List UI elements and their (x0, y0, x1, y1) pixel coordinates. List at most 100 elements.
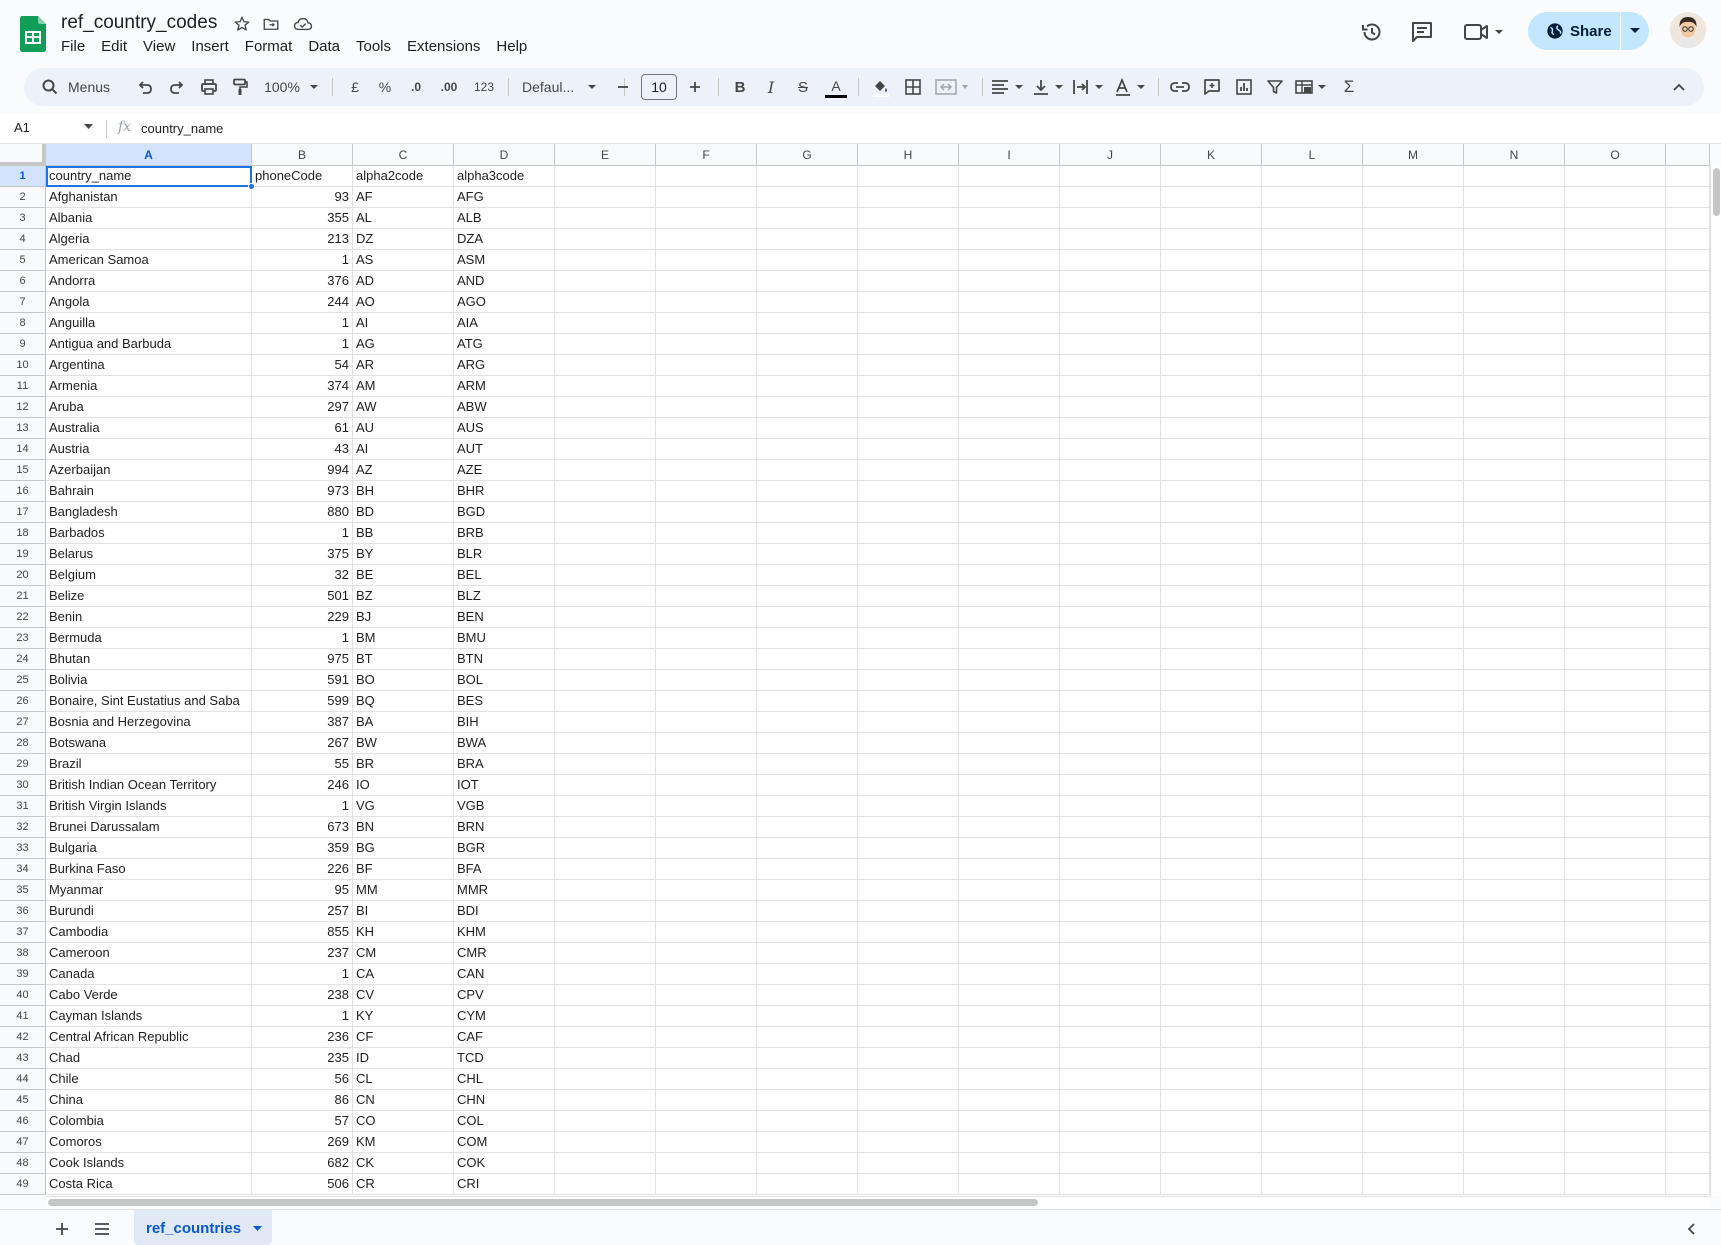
cell-i38[interactable] (959, 943, 1060, 964)
row-header[interactable]: 49 (0, 1174, 46, 1195)
cell-o13[interactable] (1565, 418, 1666, 439)
row-header[interactable]: 25 (0, 670, 46, 691)
cell-o18[interactable] (1565, 523, 1666, 544)
cell-b36[interactable]: 257 (252, 901, 353, 922)
cell-m47[interactable] (1363, 1132, 1464, 1153)
cell-k23[interactable] (1161, 628, 1262, 649)
chevron-down-icon[interactable] (253, 1225, 263, 1231)
cell-a30[interactable]: British Indian Ocean Territory (46, 775, 252, 796)
cell-m45[interactable] (1363, 1090, 1464, 1111)
column-header-f[interactable]: F (656, 144, 757, 166)
cell-m6[interactable] (1363, 271, 1464, 292)
cell-d7[interactable]: AGO (454, 292, 555, 313)
cell-b37[interactable]: 855 (252, 922, 353, 943)
cell-c1[interactable]: alpha2code (353, 166, 454, 187)
cell-o47[interactable] (1565, 1132, 1666, 1153)
cell-g36[interactable] (757, 901, 858, 922)
strikethrough-button[interactable]: S (789, 68, 817, 106)
cell-filler[interactable] (1666, 1111, 1710, 1132)
cell-f36[interactable] (656, 901, 757, 922)
cell-i11[interactable] (959, 376, 1060, 397)
cell-k9[interactable] (1161, 334, 1262, 355)
cell-a5[interactable]: American Samoa (46, 250, 252, 271)
row-header[interactable]: 38 (0, 943, 46, 964)
cell-e46[interactable] (555, 1111, 656, 1132)
cell-b35[interactable]: 95 (252, 880, 353, 901)
cell-c38[interactable]: CM (353, 943, 454, 964)
cell-l29[interactable] (1262, 754, 1363, 775)
cell-l42[interactable] (1262, 1027, 1363, 1048)
cell-l28[interactable] (1262, 733, 1363, 754)
cell-m20[interactable] (1363, 565, 1464, 586)
cell-m30[interactable] (1363, 775, 1464, 796)
cell-filler[interactable] (1666, 271, 1710, 292)
column-header-g[interactable]: G (757, 144, 858, 166)
cell-filler[interactable] (1666, 418, 1710, 439)
cell-f9[interactable] (656, 334, 757, 355)
cell-j32[interactable] (1060, 817, 1161, 838)
share-dropdown-icon[interactable] (1621, 28, 1649, 34)
cell-a21[interactable]: Belize (46, 586, 252, 607)
cell-h17[interactable] (858, 502, 959, 523)
cell-b15[interactable]: 994 (252, 460, 353, 481)
cell-filler[interactable] (1666, 1006, 1710, 1027)
cell-i15[interactable] (959, 460, 1060, 481)
cell-g33[interactable] (757, 838, 858, 859)
cell-j3[interactable] (1060, 208, 1161, 229)
cell-j7[interactable] (1060, 292, 1161, 313)
cell-i40[interactable] (959, 985, 1060, 1006)
cell-filler[interactable] (1666, 607, 1710, 628)
menu-insert[interactable]: Insert (183, 38, 237, 56)
row-header[interactable]: 39 (0, 964, 46, 985)
cell-f12[interactable] (656, 397, 757, 418)
cell-h6[interactable] (858, 271, 959, 292)
cell-n31[interactable] (1464, 796, 1565, 817)
cell-h41[interactable] (858, 1006, 959, 1027)
cell-k16[interactable] (1161, 481, 1262, 502)
sheets-logo-icon[interactable] (20, 16, 46, 52)
row-header[interactable]: 44 (0, 1069, 46, 1090)
cell-g44[interactable] (757, 1069, 858, 1090)
cell-g49[interactable] (757, 1174, 858, 1195)
cell-o34[interactable] (1565, 859, 1666, 880)
cell-a3[interactable]: Albania (46, 208, 252, 229)
cell-n37[interactable] (1464, 922, 1565, 943)
cell-a14[interactable]: Austria (46, 439, 252, 460)
cell-f38[interactable] (656, 943, 757, 964)
cell-c41[interactable]: KY (353, 1006, 454, 1027)
cell-d1[interactable]: alpha3code (454, 166, 555, 187)
cell-m27[interactable] (1363, 712, 1464, 733)
cell-g2[interactable] (757, 187, 858, 208)
cell-filler[interactable] (1666, 250, 1710, 271)
cell-f6[interactable] (656, 271, 757, 292)
text-wrapping-icon[interactable] (1070, 68, 1110, 106)
cell-k3[interactable] (1161, 208, 1262, 229)
cell-e3[interactable] (555, 208, 656, 229)
cell-a45[interactable]: China (46, 1090, 252, 1111)
cell-o49[interactable] (1565, 1174, 1666, 1195)
cell-f5[interactable] (656, 250, 757, 271)
cell-e32[interactable] (555, 817, 656, 838)
cell-g30[interactable] (757, 775, 858, 796)
cell-g27[interactable] (757, 712, 858, 733)
cell-m15[interactable] (1363, 460, 1464, 481)
cell-h48[interactable] (858, 1153, 959, 1174)
cell-b24[interactable]: 975 (252, 649, 353, 670)
row-header[interactable]: 8 (0, 313, 46, 334)
row-header[interactable]: 2 (0, 187, 46, 208)
cell-n41[interactable] (1464, 1006, 1565, 1027)
cell-d28[interactable]: BWA (454, 733, 555, 754)
cell-m39[interactable] (1363, 964, 1464, 985)
cell-f34[interactable] (656, 859, 757, 880)
cell-e37[interactable] (555, 922, 656, 943)
cell-k6[interactable] (1161, 271, 1262, 292)
row-header[interactable]: 15 (0, 460, 46, 481)
cell-i35[interactable] (959, 880, 1060, 901)
row-header[interactable]: 48 (0, 1153, 46, 1174)
cell-e42[interactable] (555, 1027, 656, 1048)
cell-h11[interactable] (858, 376, 959, 397)
cell-m8[interactable] (1363, 313, 1464, 334)
cell-h23[interactable] (858, 628, 959, 649)
cell-o4[interactable] (1565, 229, 1666, 250)
row-header[interactable]: 28 (0, 733, 46, 754)
